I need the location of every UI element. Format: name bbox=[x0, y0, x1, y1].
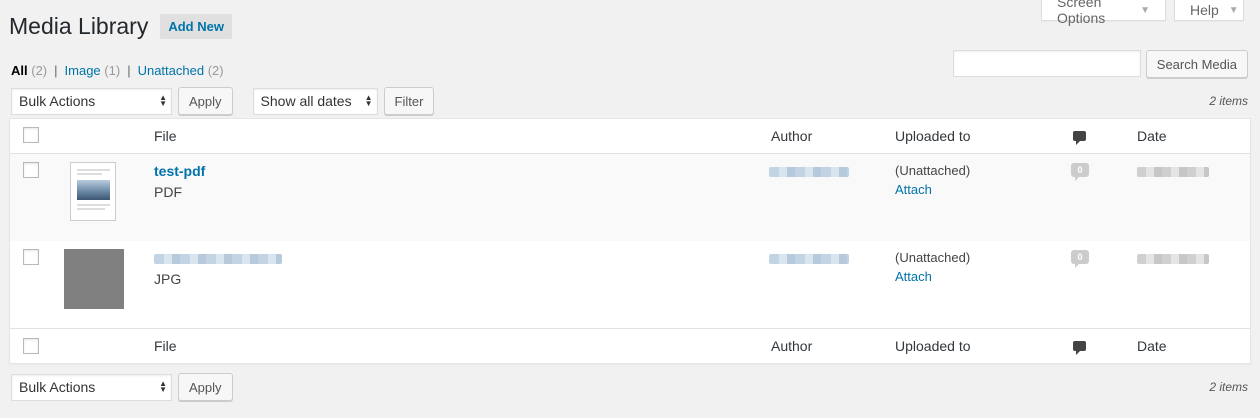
tablenav-top: Bulk Actions ▲ ▼ Apply Show all dates ▲ ▼ … bbox=[11, 87, 1248, 115]
uploaded-to-status: (Unattached) bbox=[895, 250, 971, 265]
thumbnail-image bbox=[77, 180, 110, 200]
table-row: JPG (Unattached) Attach 0 bbox=[10, 241, 1250, 328]
apply-button[interactable]: Apply bbox=[178, 373, 233, 401]
bulk-actions-select[interactable]: Bulk Actions ▲ ▼ bbox=[11, 87, 172, 115]
apply-button[interactable]: Apply bbox=[178, 87, 233, 115]
column-author[interactable]: Author bbox=[771, 338, 812, 354]
file-type: JPG bbox=[154, 271, 182, 287]
file-title-link[interactable]: test-pdf bbox=[154, 163, 205, 179]
dates-select[interactable]: Show all dates ▲ ▼ bbox=[252, 87, 378, 115]
select-arrows-icon: ▲ ▼ bbox=[364, 93, 373, 108]
filter-image[interactable]: Image (1) bbox=[65, 63, 121, 78]
tablenav-bottom: Bulk Actions ▲ ▼ Apply 2 items bbox=[11, 373, 1248, 401]
filter-image-label: Image bbox=[64, 63, 101, 78]
column-date[interactable]: Date bbox=[1137, 338, 1167, 354]
column-uploaded-to[interactable]: Uploaded to bbox=[895, 338, 971, 354]
filter-all-count: (2) bbox=[31, 63, 48, 78]
search-input[interactable] bbox=[952, 50, 1141, 77]
media-table: File Author Uploaded to Date test-pdf PD… bbox=[9, 118, 1251, 364]
author-name-redacted[interactable] bbox=[769, 167, 849, 177]
screen-options-button[interactable]: Screen Options ▼ bbox=[1041, 0, 1166, 26]
thumbnail-line bbox=[77, 173, 102, 175]
file-type: PDF bbox=[154, 184, 182, 200]
pdf-thumbnail[interactable] bbox=[70, 162, 116, 221]
screen-meta-links: Screen Options ▼ Help ▼ bbox=[1041, 0, 1244, 26]
title-row: Media Library Add New bbox=[9, 13, 232, 40]
column-file[interactable]: File bbox=[154, 128, 177, 144]
date-redacted bbox=[1137, 254, 1209, 264]
comment-column-icon[interactable] bbox=[1073, 131, 1086, 145]
table-header: File Author Uploaded to Date bbox=[10, 119, 1250, 154]
comment-count-badge[interactable]: 0 bbox=[1071, 250, 1089, 268]
search-media-button[interactable]: Search Media bbox=[1145, 50, 1248, 78]
comment-column-icon[interactable] bbox=[1073, 341, 1086, 355]
search-box: Search Media bbox=[952, 50, 1248, 78]
file-title-redacted[interactable] bbox=[154, 254, 282, 264]
attach-link[interactable]: Attach bbox=[895, 182, 932, 197]
view-filters: All (2) | Image (1) | Unattached (2) bbox=[11, 63, 224, 78]
dates-value: Show all dates bbox=[260, 93, 352, 109]
filter-unattached[interactable]: Unattached (2) bbox=[138, 63, 224, 78]
table-footer: File Author Uploaded to Date bbox=[10, 328, 1250, 364]
select-all-checkbox[interactable] bbox=[23, 338, 39, 354]
column-date[interactable]: Date bbox=[1137, 128, 1167, 144]
thumbnail-line bbox=[77, 204, 110, 206]
bulk-actions-select[interactable]: Bulk Actions ▲ ▼ bbox=[11, 373, 172, 401]
date-redacted bbox=[1137, 167, 1209, 177]
row-checkbox[interactable] bbox=[23, 162, 39, 178]
select-all-checkbox[interactable] bbox=[23, 127, 39, 143]
filter-button[interactable]: Filter bbox=[383, 87, 435, 115]
page-title: Media Library bbox=[9, 13, 149, 39]
caret-down-icon: ▼ bbox=[1140, 4, 1150, 16]
separator: | bbox=[54, 63, 58, 78]
column-uploaded-to[interactable]: Uploaded to bbox=[895, 128, 971, 144]
filter-image-count: (1) bbox=[104, 63, 121, 78]
column-file[interactable]: File bbox=[154, 338, 177, 354]
filter-all-label: All bbox=[11, 63, 28, 78]
select-arrows-icon: ▲ ▼ bbox=[159, 379, 167, 394]
attach-link[interactable]: Attach bbox=[895, 269, 932, 284]
screen-options-label: Screen Options bbox=[1057, 0, 1106, 26]
filter-unattached-count: (2) bbox=[207, 63, 224, 78]
comment-count-badge[interactable]: 0 bbox=[1071, 163, 1089, 181]
thumbnail-line bbox=[77, 208, 105, 210]
thumbnail-line bbox=[77, 169, 110, 171]
select-arrows-icon: ▲ ▼ bbox=[159, 93, 167, 108]
filter-unattached-label: Unattached bbox=[137, 63, 205, 78]
help-button[interactable]: Help ▼ bbox=[1174, 0, 1244, 21]
separator: | bbox=[127, 63, 131, 78]
jpg-thumbnail[interactable] bbox=[64, 249, 124, 309]
items-count: 2 items bbox=[1209, 380, 1248, 394]
filter-all[interactable]: All (2) bbox=[11, 63, 47, 78]
row-checkbox[interactable] bbox=[23, 249, 39, 265]
column-author[interactable]: Author bbox=[771, 128, 812, 144]
table-row: test-pdf PDF (Unattached) Attach 0 bbox=[10, 154, 1250, 241]
caret-down-icon: ▼ bbox=[1228, 4, 1239, 16]
bulk-actions-value: Bulk Actions bbox=[19, 379, 96, 395]
uploaded-to-status: (Unattached) bbox=[895, 163, 971, 178]
author-name-redacted[interactable] bbox=[769, 254, 849, 264]
help-label: Help bbox=[1190, 2, 1219, 18]
items-count: 2 items bbox=[1209, 94, 1248, 108]
add-new-button[interactable]: Add New bbox=[160, 14, 232, 39]
bulk-actions-value: Bulk Actions bbox=[19, 93, 96, 109]
